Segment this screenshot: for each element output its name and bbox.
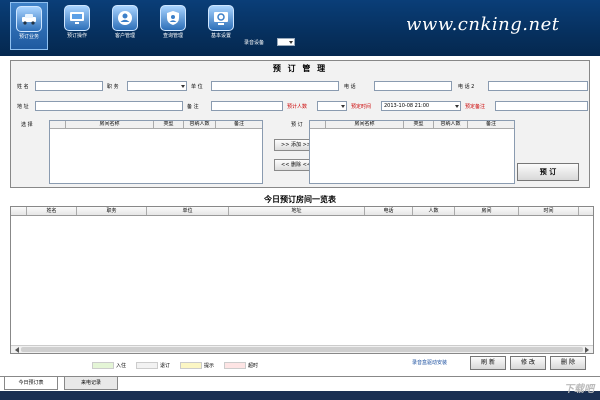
name-input[interactable] [35, 81, 103, 91]
note-input[interactable] [495, 101, 588, 111]
title-select[interactable] [127, 81, 187, 91]
top-toolbar: 预订业务 预订操作 客户管理 查询管理 基本设置 www.cnking.net … [0, 0, 600, 56]
people-select[interactable] [317, 101, 347, 111]
toolbar-label: 预订操作 [66, 33, 87, 39]
col-room-name: 房间名称 [66, 121, 154, 128]
edit-button[interactable]: 修 改 [510, 356, 546, 370]
watermark: 下载吧 [564, 384, 594, 395]
col-capacity: 容纳人数 [184, 121, 216, 128]
legend-swatch [136, 362, 158, 369]
phone2-input[interactable] [488, 81, 588, 91]
col-title: 职务 [77, 207, 147, 215]
select-label: 选 择 [21, 122, 33, 128]
list-header: 房间名称 类型 容纳人数 备注 [310, 121, 514, 129]
col-phone: 电话 [365, 207, 413, 215]
toolbar-basic-settings[interactable]: 基本设置 [202, 2, 240, 50]
legend-reminder: 提示 [180, 362, 214, 369]
scroll-right-icon[interactable] [585, 347, 592, 353]
legend-label: 入住 [116, 363, 127, 369]
toolbar-label: 查询管理 [162, 33, 183, 39]
time-picker[interactable]: 2013-10-08 21:00 [381, 101, 461, 111]
today-list-title: 今日预订房间一览表 [264, 195, 336, 204]
shield-icon [160, 5, 186, 31]
horizontal-scrollbar[interactable] [11, 345, 593, 353]
toolbar-label: 基本设置 [210, 33, 231, 39]
remark-label: 备 注 [187, 104, 199, 110]
legend-label: 退订 [160, 363, 171, 369]
col-remark: 备注 [233, 121, 244, 127]
toolbar-label: 预订业务 [18, 34, 39, 40]
col-company: 单位 [147, 207, 229, 215]
delete-button[interactable]: 删 除 [550, 356, 586, 370]
company-input[interactable] [211, 81, 339, 91]
tab-today-bookings[interactable]: 今日预订表 [4, 377, 58, 390]
title-label: 职 务 [107, 84, 119, 90]
toolbar-label: 客户管理 [114, 33, 135, 39]
driver-install-link[interactable]: 录音盒驱动安装 [412, 359, 447, 366]
tab-call-records[interactable]: 来电记录 [64, 377, 118, 390]
col-address: 地址 [229, 207, 365, 215]
panel-title: 预 订 管 理 [272, 64, 328, 73]
remark-input[interactable] [211, 101, 283, 111]
scroll-thumb[interactable] [21, 347, 583, 352]
toolbar-booking-business[interactable]: 预订业务 [10, 2, 48, 50]
company-label: 单 位 [191, 84, 203, 90]
available-rooms-list[interactable]: 房间名称 类型 容纳人数 备注 [49, 120, 263, 184]
refresh-button[interactable]: 刷 新 [470, 356, 506, 370]
booked-rooms-list[interactable]: 房间名称 类型 容纳人数 备注 [309, 120, 515, 184]
col-check [310, 121, 326, 128]
address-input[interactable] [35, 101, 183, 111]
toolbar-query-management[interactable]: 查询管理 [154, 2, 192, 50]
phone-label: 电 话 [344, 84, 356, 90]
legend-label: 超时 [248, 363, 259, 369]
people-label: 预计人数 [287, 104, 308, 110]
col-people: 人数 [413, 207, 455, 215]
book-button[interactable]: 预 订 [517, 163, 579, 181]
col-time: 时间 [519, 207, 579, 215]
list-header: 房间名称 类型 容纳人数 备注 [50, 121, 262, 129]
col-extra [579, 207, 593, 215]
legend-swatch [180, 362, 202, 369]
record-device-select[interactable] [277, 38, 295, 46]
table-header: 姓名 职务 单位 地址 电话 人数 房间 时间 [11, 207, 593, 216]
today-bookings-table[interactable]: 姓名 职务 单位 地址 电话 人数 房间 时间 [10, 206, 594, 354]
bottom-tabs: 今日预订表 来电记录 [0, 376, 600, 390]
scroll-left-icon[interactable] [12, 347, 19, 353]
record-device-label: 录音设备 [244, 40, 265, 46]
col-type: 类型 [154, 121, 184, 128]
name-label: 姓 名 [17, 84, 29, 90]
col-room: 房间 [455, 207, 519, 215]
note-label: 预定备注 [465, 104, 486, 110]
time-label: 预定时间 [351, 104, 372, 110]
toolbar-customer-management[interactable]: 客户管理 [106, 2, 144, 50]
col-type: 类型 [404, 121, 434, 128]
site-logo: www.cnking.net [406, 14, 560, 35]
status-bar [0, 391, 600, 400]
legend-cancel: 退订 [136, 362, 170, 369]
user-icon [112, 5, 138, 31]
booked-label: 预 订 [291, 122, 303, 128]
booking-panel: 预 订 管 理 姓 名 职 务 单 位 电 话 电 话 2 地 址 备 注 预计… [10, 60, 590, 188]
legend-swatch [224, 362, 246, 369]
col-capacity: 容纳人数 [434, 121, 468, 128]
address-label: 地 址 [17, 104, 29, 110]
legend-timeout: 超时 [224, 362, 258, 369]
col-indicator [11, 207, 27, 215]
phone2-label: 电 话 2 [458, 84, 475, 90]
car-icon [16, 6, 42, 32]
col-name: 姓名 [27, 207, 77, 215]
legend-label: 提示 [204, 363, 215, 369]
col-check [50, 121, 66, 128]
col-room-name: 房间名称 [326, 121, 404, 128]
col-remark: 备注 [485, 121, 496, 127]
legend-swatch [92, 362, 114, 369]
settings-screen-icon [208, 5, 234, 31]
monitor-icon [64, 5, 90, 31]
toolbar-booking-operation[interactable]: 预订操作 [58, 2, 96, 50]
phone-input[interactable] [374, 81, 452, 91]
legend-checkin: 入住 [92, 362, 126, 369]
